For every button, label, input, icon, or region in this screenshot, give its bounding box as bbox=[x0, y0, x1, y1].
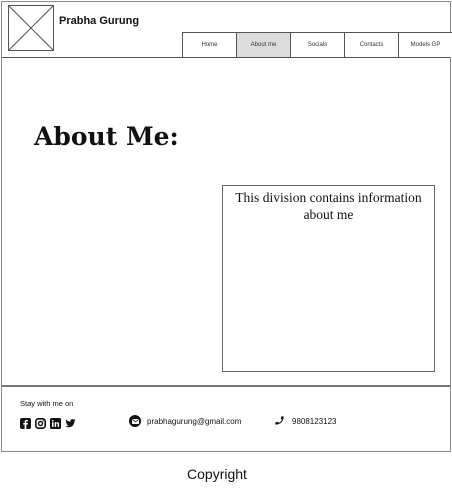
phone-text: 9808123123 bbox=[292, 417, 337, 426]
nav-item-home[interactable]: Home bbox=[183, 33, 237, 57]
social-icons bbox=[20, 416, 76, 429]
copyright-text: Copyright bbox=[187, 466, 247, 482]
footer-phone[interactable]: 9808123123 bbox=[274, 415, 337, 428]
nav-item-socials[interactable]: Socials bbox=[291, 33, 345, 57]
nav-item-about-me[interactable]: About me bbox=[237, 33, 291, 57]
instagram-icon[interactable] bbox=[35, 416, 46, 429]
twitter-icon[interactable] bbox=[65, 416, 76, 428]
about-info-text: This division contains information about… bbox=[235, 190, 422, 222]
envelope-icon bbox=[129, 415, 141, 427]
nav-item-models-gp[interactable]: Models GP bbox=[399, 33, 452, 57]
footer-email[interactable]: prabhagurung@gmail.com bbox=[129, 415, 241, 427]
linkedin-icon[interactable] bbox=[50, 416, 61, 429]
email-text: prabhagurung@gmail.com bbox=[147, 416, 242, 426]
stay-label: Stay with me on bbox=[20, 399, 74, 408]
page-frame: Prabha Gurung Home About me Socials Cont… bbox=[1, 1, 452, 453]
about-info-box: This division contains information about… bbox=[222, 185, 435, 372]
phone-icon bbox=[274, 415, 285, 428]
main-nav: Home About me Socials Contacts Models GP bbox=[182, 32, 452, 57]
facebook-icon[interactable] bbox=[20, 416, 31, 429]
site-footer: Stay with me on prabhagurung@gmail.com 9… bbox=[2, 385, 450, 453]
logo-placeholder-image bbox=[8, 5, 54, 51]
nav-item-contacts[interactable]: Contacts bbox=[345, 33, 399, 57]
page-title: About Me: bbox=[34, 122, 179, 151]
site-header: Prabha Gurung Home About me Socials Cont… bbox=[2, 2, 452, 58]
brand-name: Prabha Gurung bbox=[59, 15, 140, 27]
